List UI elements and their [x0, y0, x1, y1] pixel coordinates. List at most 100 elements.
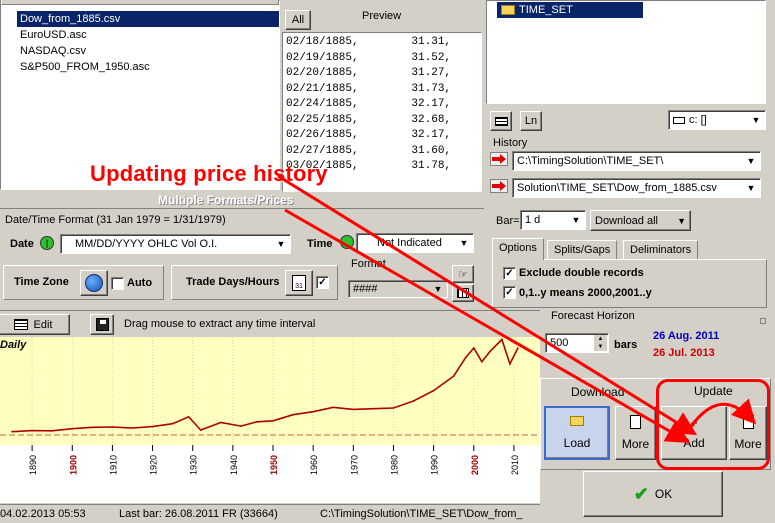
- folder-tree[interactable]: TIME_SET: [486, 0, 766, 104]
- x-tick-label: 1950: [269, 455, 279, 475]
- price-point: [509, 363, 511, 365]
- date-format-value: MM/DD/YYYY OHLC Vol O.I.: [75, 238, 218, 250]
- table-icon: [13, 319, 28, 330]
- chevron-down-icon[interactable]: ▼: [431, 283, 445, 295]
- download-all-button[interactable]: Download all ▼: [590, 210, 691, 231]
- time-format-select[interactable]: Not Indicated ▼: [356, 233, 474, 253]
- forecast-input[interactable]: 500 ▲ ▼: [545, 333, 609, 353]
- price-point: [220, 421, 222, 424]
- forecast-date-1: 26 Aug. 2011: [653, 330, 720, 342]
- folder-item-time-set[interactable]: TIME_SET: [497, 2, 643, 18]
- format-edit-button[interactable]: ☞: [452, 265, 474, 283]
- auto-checkbox[interactable]: [111, 277, 124, 290]
- auto-label: Auto: [127, 277, 153, 289]
- date-format-select[interactable]: MM/DD/YYYY OHLC Vol O.I. ▼: [60, 234, 291, 254]
- file-list-item[interactable]: S&P500_FROM_1950.asc: [17, 59, 279, 75]
- exclude-double-checkbox[interactable]: ✓: [503, 267, 516, 280]
- x-tick-label: 1920: [149, 455, 159, 475]
- year-format-checkbox[interactable]: ✓: [503, 286, 516, 299]
- file-name: EuroUSD.asc: [20, 29, 87, 41]
- ok-button[interactable]: ✔ OK: [583, 471, 723, 517]
- all-button[interactable]: All: [285, 10, 311, 30]
- format-grid-button[interactable]: [452, 284, 474, 302]
- spinner-icon[interactable]: ▲ ▼: [594, 335, 607, 351]
- x-tick-label: 1980: [389, 455, 399, 475]
- x-tick-label: 1940: [229, 455, 239, 475]
- format-value: ####: [353, 283, 378, 295]
- drive-list-button[interactable]: [490, 111, 512, 131]
- price-point: [312, 410, 314, 413]
- price-point: [489, 350, 491, 353]
- calendar-button[interactable]: 31: [285, 270, 313, 296]
- price-point: [131, 427, 134, 429]
- forecast-value: 500: [550, 337, 569, 349]
- load-button[interactable]: Load: [544, 406, 610, 460]
- chevron-down-icon[interactable]: ▼: [457, 236, 471, 250]
- price-point: [480, 360, 483, 363]
- time-status-icon: [340, 235, 354, 249]
- time-format-value: Not Indicated: [377, 237, 442, 249]
- x-tick-label: 1970: [349, 455, 359, 475]
- divider: [0, 310, 540, 311]
- globe-icon: [85, 274, 103, 292]
- tab-deliminators[interactable]: Deliminators: [623, 240, 699, 260]
- tab-options[interactable]: Options: [492, 238, 544, 260]
- toolbar-hint: Drag mouse to extract any time interval: [124, 318, 316, 330]
- file-list-header[interactable]: [1, 0, 279, 5]
- preview-row: 02/25/1885, 32.68,: [286, 113, 452, 126]
- tab-deliminators-label: Deliminators: [630, 244, 692, 256]
- edit-label: Edit: [33, 318, 53, 331]
- globe-button[interactable]: [80, 270, 108, 296]
- price-point: [452, 375, 455, 377]
- bar-label: Bar=: [496, 215, 520, 227]
- drive-select[interactable]: c: [] ▼: [668, 110, 766, 130]
- price-point: [187, 416, 190, 418]
- folder-open-icon: [570, 416, 584, 426]
- chevron-down-icon[interactable]: ▼: [744, 154, 758, 168]
- tab-splits-gaps[interactable]: Splits/Gaps: [547, 240, 618, 260]
- ln-button[interactable]: Ln: [520, 111, 542, 131]
- timezone-label: Time Zone: [14, 276, 69, 288]
- preview-row: 02/24/1885, 32.17,: [286, 98, 452, 110]
- file-list-item[interactable]: NASDAQ.csv: [17, 43, 279, 59]
- save-button[interactable]: [90, 314, 114, 335]
- file-list-item[interactable]: EuroUSD.asc: [17, 27, 279, 43]
- history-go-icon-2[interactable]: [490, 179, 508, 193]
- file-name: S&P500_FROM_1950.asc: [20, 61, 150, 73]
- chevron-down-icon[interactable]: ▼: [569, 213, 583, 227]
- format-select[interactable]: #### ▼: [348, 280, 448, 298]
- forecast-collapse-icon[interactable]: [760, 318, 766, 324]
- status-last-bar: Last bar: 26.08.2011 FR (33664): [119, 508, 278, 520]
- preview-row: 02/18/1885, 31.31,: [286, 36, 452, 48]
- folder-icon: [501, 5, 515, 15]
- price-chart[interactable]: 1890 1900 1910 1920 1930 1940 1950 1960 1970 1980…: [0, 337, 540, 503]
- tab-splits-label: Splits/Gaps: [554, 244, 611, 256]
- chevron-down-icon[interactable]: ▼: [744, 181, 758, 195]
- x-tick-label: 2010: [510, 455, 520, 475]
- history-value-1: C:\TimingSolution\TIME_SET\: [517, 155, 664, 167]
- floppy-icon: [95, 318, 109, 331]
- file-name: Dow_from_1885.csv: [20, 13, 121, 25]
- date-status-icon: |: [40, 236, 54, 250]
- bar-select[interactable]: 1 d ▼: [520, 210, 586, 230]
- underlay-text: Multiple Formats/Prices: [158, 193, 294, 207]
- file-list-item[interactable]: Dow_from_1885.csv: [17, 11, 279, 27]
- more-download-button[interactable]: More: [615, 406, 656, 460]
- more-download-label: More: [621, 437, 650, 451]
- history-select-2[interactable]: Solution\TIME_SET\Dow_from_1885.csv ▼: [512, 178, 761, 198]
- preview-title: Preview: [362, 10, 402, 22]
- download-label: Download: [571, 385, 625, 399]
- chevron-down-icon[interactable]: ▼: [749, 113, 763, 127]
- preview-row: 02/20/1885, 31.27,: [286, 67, 452, 79]
- price-point: [91, 426, 94, 429]
- price-point: [464, 356, 467, 359]
- chevron-down-icon[interactable]: ▼: [274, 237, 288, 251]
- history-select-1[interactable]: C:\TimingSolution\TIME_SET\ ▼: [512, 151, 761, 171]
- x-tick-label: 1900: [68, 455, 78, 475]
- edit-button[interactable]: Edit: [0, 314, 70, 335]
- history-go-icon-1[interactable]: [490, 152, 508, 166]
- status-date: 04.02.2013 05:53: [0, 508, 86, 520]
- tradedays-checkbox[interactable]: ✓: [316, 276, 329, 289]
- list-icon: [494, 116, 508, 126]
- year-format-label: 0,1..y means 2000,2001..y: [519, 287, 652, 299]
